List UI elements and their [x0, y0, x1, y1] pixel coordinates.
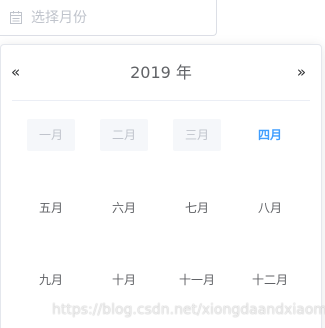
month-input[interactable]: 选择月份	[0, 0, 217, 36]
month-picker-panel: « 2019 年 » 一月 二月 三月 四月 五月 六月 七月 八月 九月 十月…	[0, 44, 322, 328]
month-cell-oct[interactable]: 十月	[100, 264, 148, 296]
month-cell-sep[interactable]: 九月	[27, 264, 75, 296]
month-cell-mar[interactable]: 三月	[173, 119, 221, 151]
year-label[interactable]: 2019 年	[1, 63, 321, 83]
month-cell-dec[interactable]: 十二月	[246, 264, 294, 296]
month-cell-aug[interactable]: 八月	[246, 192, 294, 224]
month-cell-apr[interactable]: 四月	[246, 119, 294, 151]
header-divider	[12, 100, 310, 101]
month-cell-may[interactable]: 五月	[27, 192, 75, 224]
month-picker-stage: 选择月份 « 2019 年 » 一月 二月 三月 四月 五月 六月 七月 八月 …	[0, 0, 325, 328]
month-cell-nov[interactable]: 十一月	[173, 264, 221, 296]
month-cell-jul[interactable]: 七月	[173, 192, 221, 224]
month-input-placeholder: 选择月份	[31, 10, 87, 26]
month-cell-jan[interactable]: 一月	[27, 119, 75, 151]
month-cell-feb[interactable]: 二月	[100, 119, 148, 151]
month-cell-jun[interactable]: 六月	[100, 192, 148, 224]
calendar-icon	[10, 11, 22, 24]
next-year-icon[interactable]: »	[297, 63, 306, 81]
